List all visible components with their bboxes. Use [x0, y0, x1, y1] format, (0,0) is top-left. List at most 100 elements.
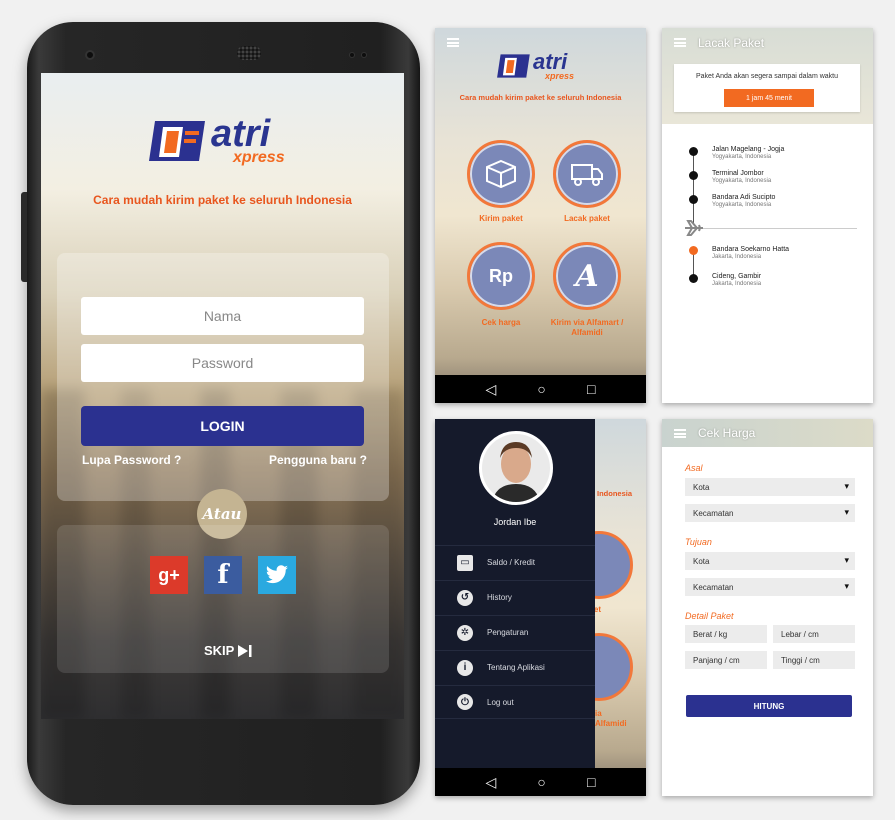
- track-stop: Bandara Adi Sucipto Yogyakarta, Indonesia: [712, 194, 776, 208]
- phone-side-button: [21, 192, 27, 282]
- phone-sensor: [349, 52, 355, 58]
- drawer-item-history[interactable]: ↺ History: [435, 580, 595, 614]
- twitter-icon: [266, 565, 288, 584]
- track-stop: Terminal Jombor Yogyakarta, Indonesia: [712, 170, 772, 184]
- home-icon[interactable]: ○: [537, 382, 545, 396]
- timeline-dot: [689, 147, 698, 156]
- origin-label: Asal: [685, 463, 703, 473]
- alfamart-button[interactable]: A: [553, 242, 621, 310]
- destination-label: Tujuan: [685, 537, 712, 547]
- track-stop: Jalan Magelang - Jogja Yogyakarta, Indone…: [712, 146, 785, 160]
- drawer-item-settings[interactable]: ✲ Pengaturan: [435, 615, 595, 649]
- timeline-dot-active: [689, 246, 698, 255]
- card-icon: ▭: [457, 554, 473, 571]
- android-navbar: ◁ ○ □: [435, 375, 646, 403]
- track-package-label: Lacak paket: [564, 214, 610, 223]
- name-input[interactable]: Nama: [81, 297, 364, 335]
- home-icon[interactable]: ○: [537, 775, 545, 789]
- drawer-item-logout[interactable]: ⏻ Log out: [435, 685, 595, 719]
- drawer-item-balance[interactable]: ▭ Saldo / Kredit: [435, 545, 595, 579]
- new-user-link[interactable]: Pengguna baru ?: [269, 453, 367, 467]
- tagline: Cara mudah kirim paket ke seluruh Indone…: [93, 193, 352, 207]
- origin-city-select[interactable]: Kota: [685, 478, 855, 496]
- peek-label: ia Alfamidi: [595, 709, 627, 728]
- eta-card: Paket Anda akan segera sampai dalam wakt…: [674, 64, 860, 112]
- tagline: Cara mudah kirim paket ke seluruh Indone…: [459, 93, 622, 102]
- timeline-dot: [689, 171, 698, 180]
- flight-divider: [702, 228, 857, 229]
- page-title: Lacak Paket: [698, 36, 765, 50]
- width-input[interactable]: Lebar / cm: [773, 625, 855, 643]
- navigation-drawer: Jordan Ibe ▭ Saldo / Kredit ↺ History ✲ …: [435, 419, 595, 768]
- home-screen: atri xpress Cara mudah kirim paket ke se…: [435, 28, 646, 403]
- login-button[interactable]: LOGIN: [81, 406, 364, 446]
- skip-button[interactable]: SKIP: [204, 643, 252, 658]
- timeline-dot: [689, 195, 698, 204]
- logo-xpress: xpress: [545, 70, 575, 81]
- back-icon[interactable]: ◁: [486, 382, 497, 396]
- brand-logo: atri xpress: [149, 113, 285, 167]
- weight-input[interactable]: Berat / kg: [685, 625, 767, 643]
- peek-tagline: Indonesia: [597, 489, 633, 498]
- destination-city-select[interactable]: Kota: [685, 552, 855, 570]
- google-plus-button[interactable]: g+: [150, 556, 188, 594]
- eta-badge: 1 jam 45 menit: [724, 89, 814, 107]
- airplane-icon: [685, 220, 703, 236]
- package-detail-label: Detail Paket: [685, 611, 734, 621]
- skip-icon: [238, 644, 252, 657]
- power-icon: ⏻: [457, 694, 473, 710]
- logo-wordmark: atri: [533, 49, 568, 75]
- track-stop: Bandara Soekarno Hatta Jakarta, Indonesia: [712, 246, 790, 260]
- forgot-password-link[interactable]: Lupa Password ?: [82, 453, 181, 467]
- facebook-button[interactable]: f: [204, 556, 242, 594]
- eta-notice: Paket Anda akan segera sampai dalam wakt…: [695, 73, 839, 80]
- recents-icon[interactable]: □: [587, 775, 595, 789]
- alfamart-label: Kirim via Alfamart / Alfamidi: [550, 318, 624, 337]
- phone-speaker: [237, 46, 261, 60]
- skip-label: SKIP: [204, 643, 235, 658]
- send-package-button[interactable]: [467, 140, 535, 208]
- alfamart-icon: A: [575, 258, 599, 294]
- price-screen: Cek Harga Asal Kota Kecamatan Tujuan Kot…: [662, 419, 873, 796]
- history-icon: ↺: [457, 589, 473, 606]
- page-title: Cek Harga: [698, 426, 756, 440]
- menu-icon[interactable]: [674, 38, 686, 47]
- logo-wordmark: atri: [211, 113, 271, 155]
- check-price-button[interactable]: Rp: [467, 242, 535, 310]
- check-price-label: Cek harga: [481, 318, 521, 327]
- height-input[interactable]: Tinggi / cm: [773, 651, 855, 669]
- send-package-label: Kirim paket: [479, 214, 523, 223]
- logo-mark-icon: [149, 121, 205, 162]
- gear-icon: ✲: [457, 624, 473, 641]
- back-icon[interactable]: ◁: [486, 775, 497, 789]
- calculate-button[interactable]: HITUNG: [686, 695, 852, 717]
- logo-mark-icon: [497, 54, 530, 78]
- menu-icon[interactable]: [674, 429, 686, 438]
- drawer-screen: Indonesia aket iaAlfamidi Jordan Ibe ▭ S…: [435, 419, 646, 796]
- drawer-item-about[interactable]: i Tentang Aplikasi: [435, 650, 595, 684]
- truck-icon: [571, 164, 603, 186]
- length-input[interactable]: Panjang / cm: [685, 651, 767, 669]
- origin-district-select[interactable]: Kecamatan: [685, 504, 855, 522]
- google-plus-icon: g+: [158, 564, 180, 585]
- user-name: Jordan Ibe: [493, 517, 537, 527]
- info-icon: i: [457, 659, 473, 676]
- destination-district-select[interactable]: Kecamatan: [685, 578, 855, 596]
- phone-sensor: [361, 52, 367, 58]
- user-avatar-icon: [482, 434, 550, 502]
- login-screen: atri xpress Cara mudah kirim paket ke se…: [41, 73, 404, 719]
- menu-icon[interactable]: [447, 38, 459, 47]
- price-header: Cek Harga: [662, 419, 873, 447]
- twitter-button[interactable]: [258, 556, 296, 594]
- rp-icon: Rp: [489, 265, 513, 286]
- track-package-button[interactable]: [553, 140, 621, 208]
- logo-xpress: xpress: [233, 149, 285, 167]
- facebook-icon: f: [217, 560, 229, 590]
- android-navbar: ◁ ○ □: [435, 768, 646, 796]
- front-camera: [85, 50, 95, 60]
- brand-logo-small: atri xpress: [497, 49, 575, 81]
- password-input[interactable]: Password: [81, 344, 364, 382]
- timeline-dot: [689, 274, 698, 283]
- recents-icon[interactable]: □: [587, 382, 595, 396]
- box-icon: [486, 159, 516, 189]
